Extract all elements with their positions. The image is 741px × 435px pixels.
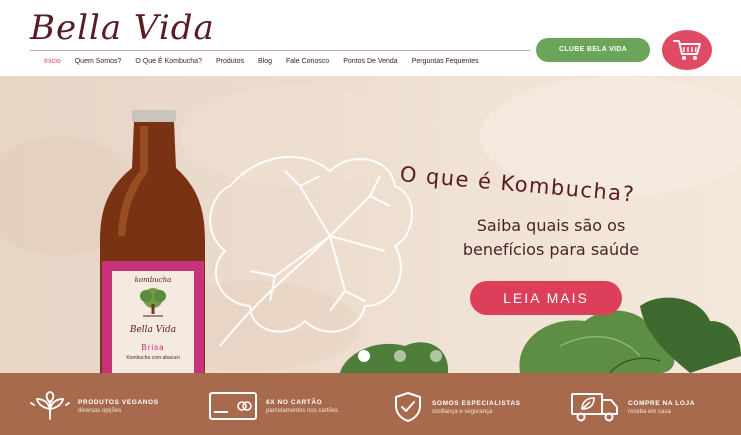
nav-item-blog[interactable]: Blog	[258, 58, 272, 65]
feature-title: SOMOS ESPECIALISTAS	[432, 399, 521, 407]
feature-title: 6X NO CARTÃO	[266, 398, 323, 406]
slider-dot-3[interactable]	[430, 350, 442, 362]
brand-logo[interactable]: Bella Vida	[30, 8, 215, 48]
cart-button[interactable]	[662, 30, 712, 70]
feature-subtitle: receba em casa	[628, 408, 671, 415]
nav-item-quem-somos[interactable]: Quem Somos?	[75, 58, 122, 65]
nav-item-perguntas-frequentes[interactable]: Perguntas Fequentes	[412, 58, 479, 65]
hero-subline: Saiba quais são os benefícios para saúde	[462, 216, 640, 259]
feature-installments: 6X NO CARTÃO parcelamentos nos cartões	[208, 391, 338, 421]
bottle-flavor: Brisa	[141, 343, 165, 352]
nav-item-o-que-e-kombucha[interactable]: O Que É Kombucha?	[135, 58, 202, 65]
feature-specialists: SOMOS ESPECIALISTAS confiança e seguranç…	[392, 391, 521, 423]
slider-dot-2[interactable]	[394, 350, 406, 362]
bottle-note: Kombucha com abacaxi	[126, 355, 180, 361]
nav-item-produtos[interactable]: Produtos	[216, 58, 244, 65]
feature-title: PRODUTOS VEGANOS	[78, 398, 159, 406]
shield-check-icon	[395, 391, 421, 423]
hero-slider: kombucha Bella Vida Brisa Kombucha com a…	[0, 76, 741, 373]
nav-item-fale-conosco[interactable]: Fale Conosco	[286, 58, 329, 65]
features-bar: PRODUTOS VEGANOS diversas opções 6X NO C…	[0, 373, 741, 435]
slider-dot-1[interactable]	[358, 350, 370, 362]
credit-card-icon	[209, 392, 257, 420]
feature-subtitle: parcelamentos nos cartões	[266, 407, 339, 414]
slider-dots	[358, 350, 442, 362]
bottle-top-label: kombucha	[134, 276, 172, 284]
nav-item-inicio[interactable]: Início	[44, 58, 61, 65]
bottle-brand: Bella Vida	[129, 325, 177, 335]
main-nav: Início Quem Somos? O Que É Kombucha? Pro…	[44, 58, 493, 65]
club-bella-vida-button[interactable]: CLUBE BELA VIDA	[536, 38, 650, 62]
feature-vegan: PRODUTOS VEGANOS diversas opções	[30, 391, 159, 421]
delivery-truck-icon	[571, 393, 618, 422]
feature-store: COMPRE NA LOJA receba em casa	[570, 391, 695, 423]
feature-subtitle: confiança e segurança	[432, 408, 493, 415]
nav-item-pontos-de-venda[interactable]: Pontos De Venda	[343, 58, 398, 65]
feature-subtitle: diversas opções	[78, 407, 122, 414]
read-more-button[interactable]: LEIA MAIS	[470, 281, 622, 315]
bottle-label: kombucha Bella Vida Brisa Kombucha com a…	[112, 272, 194, 373]
shopping-cart-icon	[673, 40, 701, 60]
vegan-leaf-icon	[30, 391, 70, 420]
header-divider	[30, 50, 530, 51]
feature-title: COMPRE NA LOJA	[628, 399, 696, 407]
tree-logo-icon	[140, 288, 166, 317]
site-header: Bella Vida Início Quem Somos? O Que É Ko…	[0, 0, 741, 76]
